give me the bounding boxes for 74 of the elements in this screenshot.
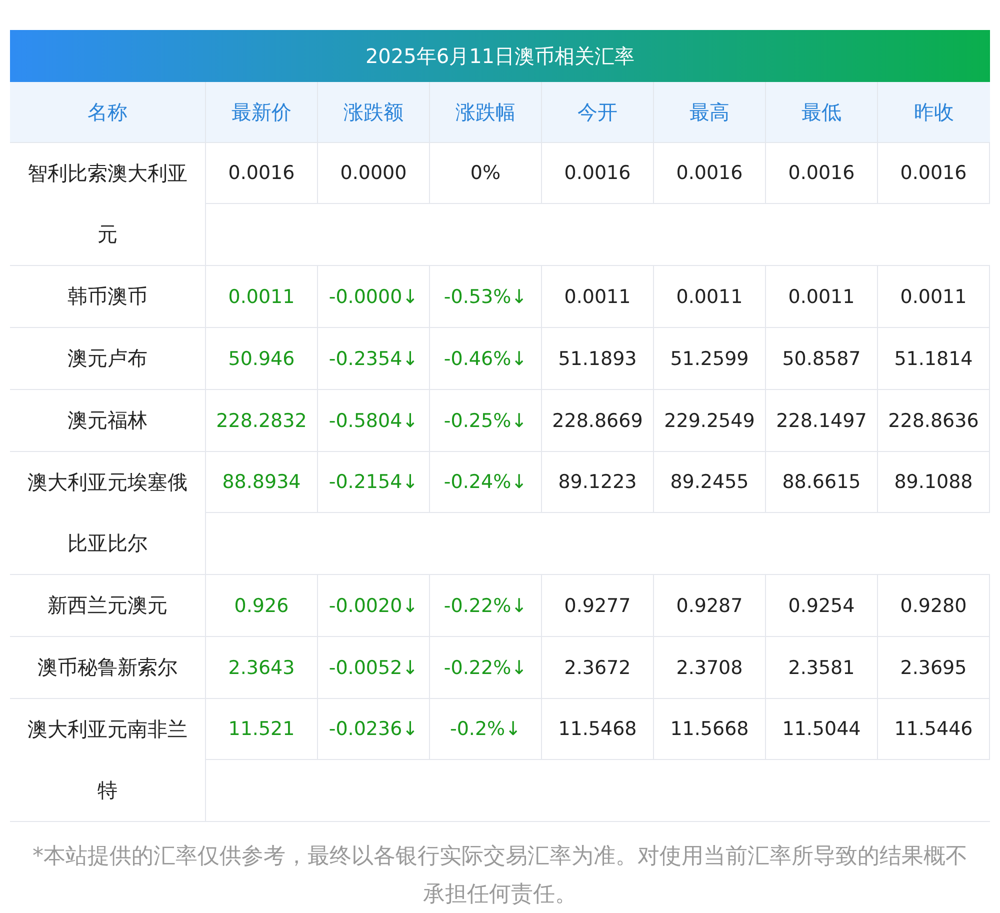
table-cell: 0.926: [206, 575, 318, 636]
table-cell: 0.0011: [878, 266, 990, 327]
table-cell: 88.8934: [206, 452, 318, 513]
table-cell: -0.22%↓: [430, 637, 542, 698]
table-cell: 89.2455: [654, 452, 766, 513]
column-header: 今开: [542, 82, 654, 142]
currency-pair-name: 澳元卢布: [10, 328, 206, 389]
column-header: 涨跌额: [318, 82, 430, 142]
table-cell: 0.0016: [542, 143, 654, 204]
table-cell: 0.0011: [654, 266, 766, 327]
table-cell: -0.0000↓: [318, 266, 430, 327]
column-header: 最高: [654, 82, 766, 142]
table-cell: -0.2154↓: [318, 452, 430, 513]
table-cell: -0.53%↓: [430, 266, 542, 327]
currency-pair-name: 新西兰元澳元: [10, 575, 206, 636]
table-cell: 0.0011: [206, 266, 318, 327]
table-cell: 0.9277: [542, 575, 654, 636]
table-cell: 51.1814: [878, 328, 990, 389]
table-cell: 0.0016: [766, 143, 878, 204]
table-cell: 2.3708: [654, 637, 766, 698]
table-cell: -0.0236↓: [318, 699, 430, 760]
table-cell: 11.5446: [878, 699, 990, 760]
table-cell: 0.9280: [878, 575, 990, 636]
table-cell: -0.5804↓: [318, 390, 430, 451]
table-cell: -0.2%↓: [430, 699, 542, 760]
currency-pair-name: 澳币秘鲁新索尔: [10, 637, 206, 698]
table-cell: 51.1893: [542, 328, 654, 389]
table-cell: 11.521: [206, 699, 318, 760]
table-cell: -0.25%↓: [430, 390, 542, 451]
table-cell: 0.9287: [654, 575, 766, 636]
currency-pair-name: 智利比索澳大利亚元: [10, 143, 206, 265]
table-cell: 2.3695: [878, 637, 990, 698]
currency-pair-name: 韩币澳币: [10, 266, 206, 327]
table-cell: 0.0016: [206, 143, 318, 204]
table-cell: 88.6615: [766, 452, 878, 513]
table-cell: 2.3672: [542, 637, 654, 698]
table-cell: 11.5468: [542, 699, 654, 760]
table-cell: 2.3581: [766, 637, 878, 698]
table-cell: 11.5668: [654, 699, 766, 760]
table-title: 2025年6月11日澳币相关汇率: [10, 30, 990, 82]
table-cell: -0.0052↓: [318, 637, 430, 698]
column-header: 涨跌幅: [430, 82, 542, 142]
table-cell: 0.0011: [542, 266, 654, 327]
table-cell: 0%: [430, 143, 542, 204]
table-cell: 0.0016: [654, 143, 766, 204]
table-cell: -0.22%↓: [430, 575, 542, 636]
disclaimer-text: *本站提供的汇率仅供参考，最终以各银行实际交易汇率为准。对使用当前汇率所导致的结果概不承担任何责任。: [32, 843, 968, 909]
table-cell: 89.1223: [542, 452, 654, 513]
table-cell: -0.24%↓: [430, 452, 542, 513]
table-cell: 229.2549: [654, 390, 766, 451]
currency-pair-name: 澳大利亚元埃塞俄比亚比尔: [10, 452, 206, 574]
table-cell: 0.0016: [878, 143, 990, 204]
table-cell: 89.1088: [878, 452, 990, 513]
table-cell: 51.2599: [654, 328, 766, 389]
currency-pair-name: 澳大利亚元南非兰特: [10, 699, 206, 821]
table-cell: 228.2832: [206, 390, 318, 451]
column-header: 最新价: [206, 82, 318, 142]
table-cell: 0.0011: [766, 266, 878, 327]
column-header: 名称: [10, 82, 206, 142]
table-cell: -0.46%↓: [430, 328, 542, 389]
table-cell: 228.1497: [766, 390, 878, 451]
table-cell: 2.3643: [206, 637, 318, 698]
table-cell: 50.946: [206, 328, 318, 389]
table-cell: -0.0020↓: [318, 575, 430, 636]
column-header: 最低: [766, 82, 878, 142]
column-header: 昨收: [913, 98, 955, 126]
table-cell: 228.8636: [878, 390, 990, 451]
table-cell: 11.5044: [766, 699, 878, 760]
table-cell: 0.9254: [766, 575, 878, 636]
table-cell: 228.8669: [542, 390, 654, 451]
currency-pair-name: 澳元福林: [10, 390, 206, 451]
table-cell: 0.0000: [318, 143, 430, 204]
table-cell: 50.8587: [766, 328, 878, 389]
table-cell: -0.2354↓: [318, 328, 430, 389]
